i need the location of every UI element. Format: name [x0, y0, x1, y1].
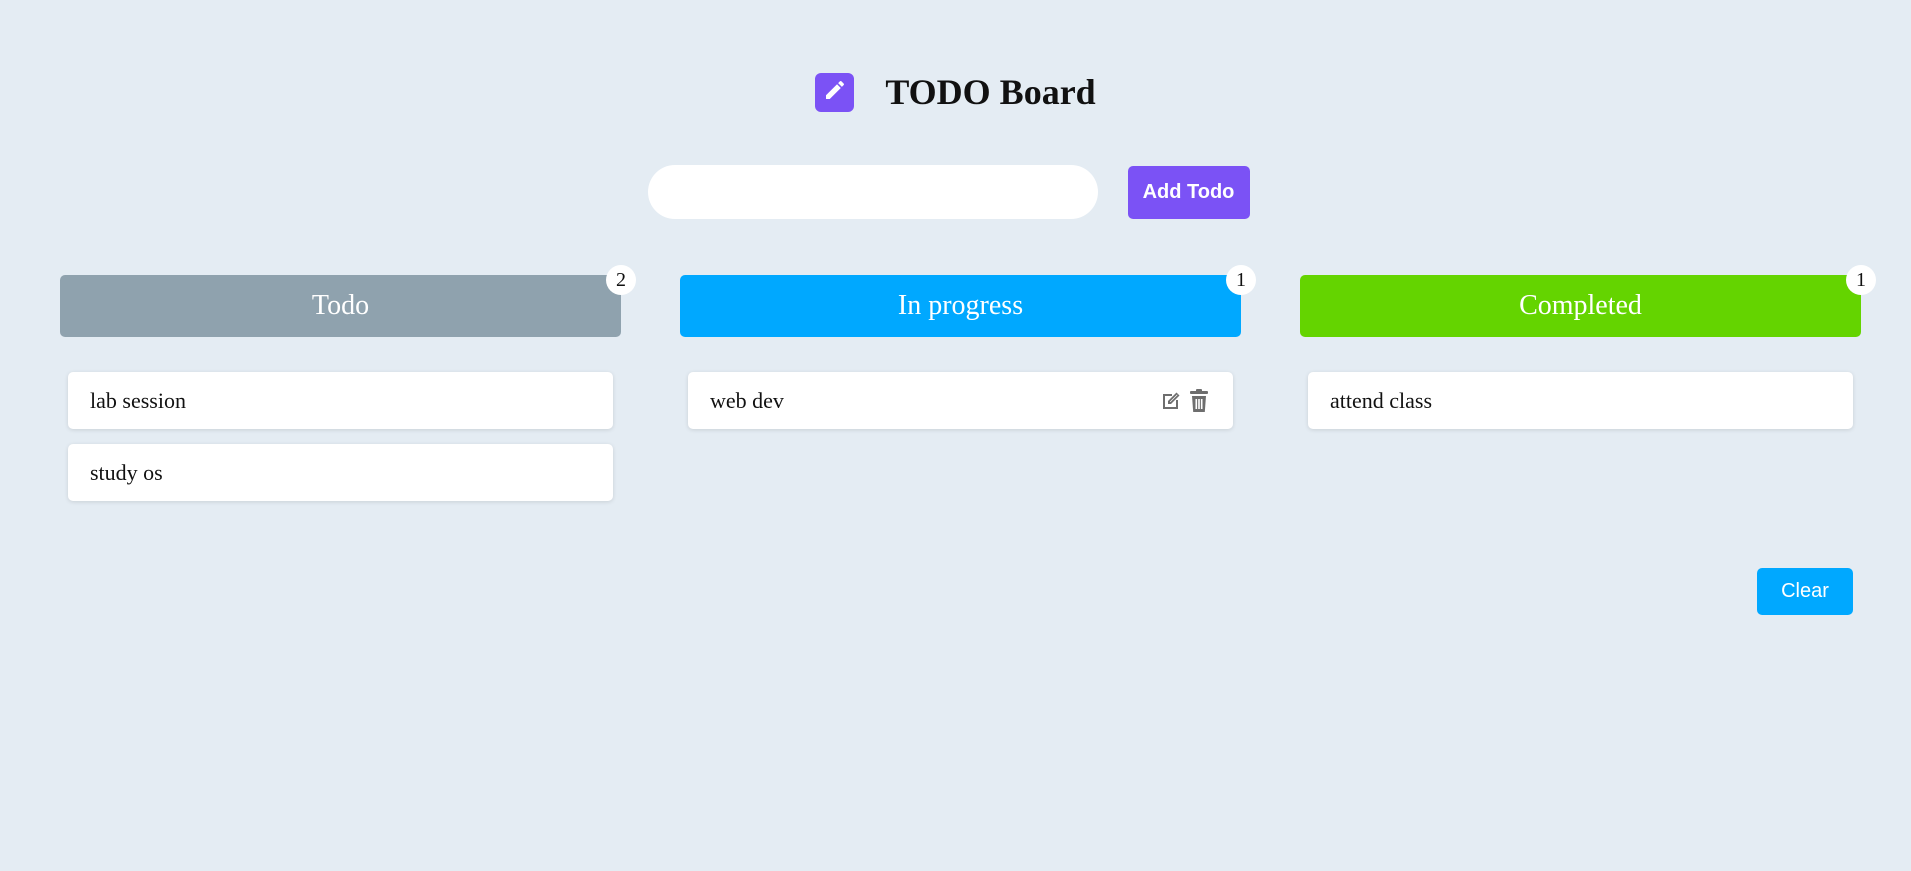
pencil-icon — [823, 78, 847, 107]
card-list: web dev — [680, 372, 1241, 429]
todo-input[interactable] — [647, 165, 1098, 219]
card-text: attend class — [1330, 387, 1433, 413]
trash-icon[interactable] — [1187, 388, 1211, 414]
page-title: TODO Board — [885, 72, 1096, 112]
todo-card[interactable]: attend class — [1308, 372, 1853, 429]
count-badge: 2 — [606, 265, 636, 295]
column-header-todo: Todo 2 — [60, 265, 636, 337]
column-header-completed: Completed 1 — [1300, 265, 1876, 337]
todo-card[interactable]: lab session — [68, 372, 613, 429]
logo — [815, 72, 855, 112]
card-text: lab session — [90, 387, 186, 413]
column-completed: Completed 1 attend class — [1300, 265, 1876, 444]
card-list: attend class — [1300, 372, 1861, 429]
add-todo-button[interactable]: Add Todo — [1127, 165, 1250, 219]
card-text: study os — [90, 459, 163, 485]
edit-icon[interactable] — [1159, 388, 1183, 414]
clear-button[interactable]: Clear — [1757, 568, 1853, 615]
todo-card[interactable]: web dev — [688, 372, 1233, 429]
card-actions — [1159, 388, 1211, 414]
add-todo-form: Add Todo — [0, 165, 1911, 219]
card-text: web dev — [710, 387, 784, 413]
count-badge: 1 — [1846, 265, 1876, 295]
column-title: Todo — [311, 290, 370, 321]
page-header: TODO Board — [0, 70, 1911, 114]
column-title: Completed — [1519, 290, 1642, 321]
todo-card[interactable]: study os — [68, 444, 613, 501]
column-todo: Todo 2 lab session study os — [60, 265, 636, 516]
column-header-in-progress: In progress 1 — [680, 265, 1256, 337]
column-in-progress: In progress 1 web dev — [680, 265, 1256, 444]
card-list: lab session study os — [60, 372, 621, 501]
column-title: In progress — [897, 290, 1024, 321]
count-badge: 1 — [1226, 265, 1256, 295]
